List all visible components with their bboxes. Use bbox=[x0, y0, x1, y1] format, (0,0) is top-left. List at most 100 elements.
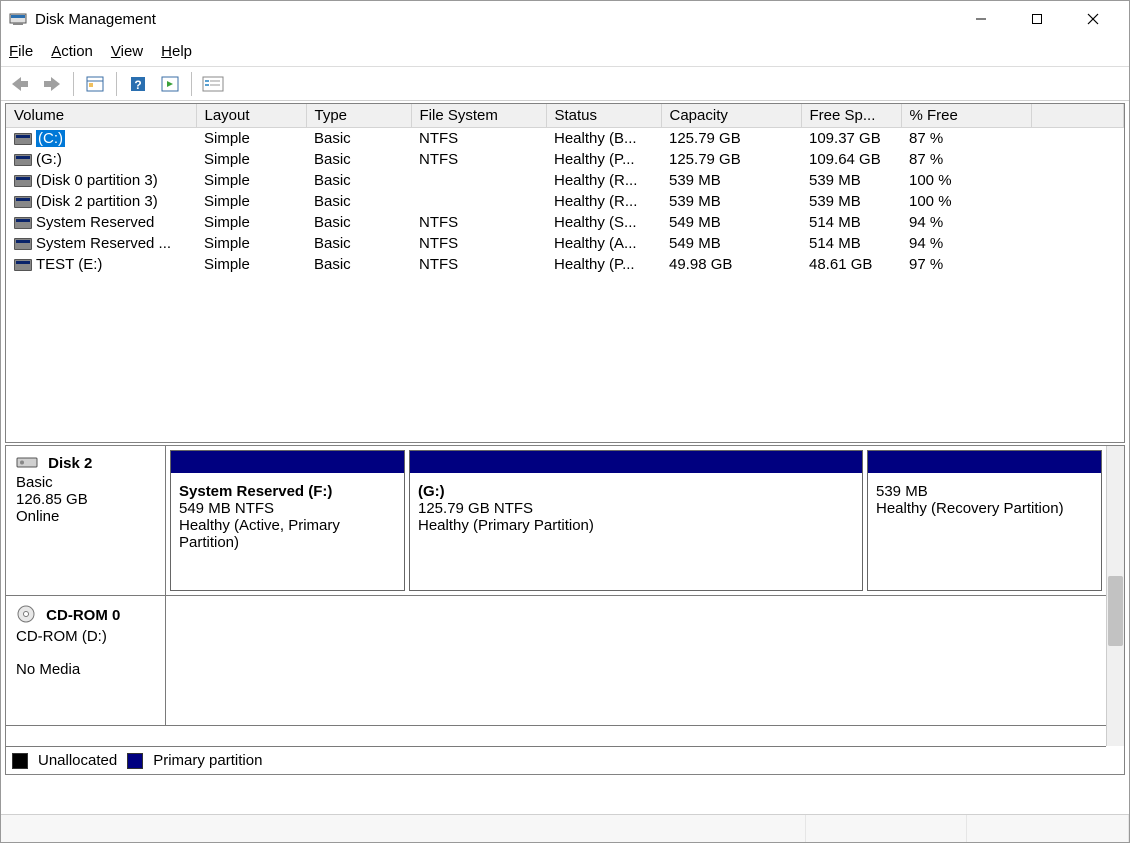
volume-cell-fs bbox=[411, 191, 546, 212]
col-spare[interactable] bbox=[1031, 104, 1124, 128]
nav-forward-button[interactable] bbox=[39, 71, 65, 97]
disk-icon bbox=[16, 454, 38, 474]
partition-color-bar bbox=[868, 451, 1101, 473]
legend-label-unallocated: Unallocated bbox=[38, 752, 117, 769]
menubar: File Action View Help bbox=[1, 37, 1129, 67]
partition-box[interactable]: System Reserved (F:)549 MB NTFSHealthy (… bbox=[170, 450, 405, 591]
window-titlebar[interactable]: Disk Management bbox=[1, 1, 1129, 37]
disk-info[interactable]: CD-ROM 0 CD-ROM (D:) No Media bbox=[6, 596, 166, 725]
partition-title: System Reserved (F:) bbox=[179, 483, 396, 500]
col-filesystem[interactable]: File System bbox=[411, 104, 546, 128]
volume-cell-type: Basic bbox=[306, 212, 411, 233]
volume-name: TEST (E:) bbox=[36, 256, 102, 273]
col-freespace[interactable]: Free Sp... bbox=[801, 104, 901, 128]
col-capacity[interactable]: Capacity bbox=[661, 104, 801, 128]
volume-row[interactable]: TEST (E:)SimpleBasicNTFSHealthy (P...49.… bbox=[6, 254, 1124, 275]
nav-back-button[interactable] bbox=[7, 71, 33, 97]
volume-icon bbox=[14, 259, 32, 271]
menu-file[interactable]: File bbox=[9, 43, 33, 60]
partition-status: Healthy (Recovery Partition) bbox=[876, 500, 1093, 517]
legend-swatch-unallocated bbox=[12, 753, 28, 769]
volume-cell-capacity: 539 MB bbox=[661, 191, 801, 212]
partition-size: 125.79 GB NTFS bbox=[418, 500, 854, 517]
disk-row-cdrom[interactable]: CD-ROM 0 CD-ROM (D:) No Media bbox=[6, 596, 1106, 726]
col-status[interactable]: Status bbox=[546, 104, 661, 128]
properties-icon[interactable] bbox=[82, 71, 108, 97]
volume-cell-layout: Simple bbox=[196, 233, 306, 254]
minimize-button[interactable] bbox=[953, 1, 1009, 37]
partition-size: 549 MB NTFS bbox=[179, 500, 396, 517]
disk-status: No Media bbox=[16, 661, 155, 678]
window-title: Disk Management bbox=[35, 11, 156, 28]
col-volume[interactable]: Volume bbox=[6, 104, 196, 128]
volume-cell-pct: 94 % bbox=[901, 212, 1031, 233]
column-header-row[interactable]: Volume Layout Type File System Status Ca… bbox=[6, 104, 1124, 128]
menu-action[interactable]: Action bbox=[51, 43, 93, 60]
volume-cell-free: 514 MB bbox=[801, 212, 901, 233]
list-view-icon[interactable] bbox=[200, 71, 226, 97]
menu-help[interactable]: Help bbox=[161, 43, 192, 60]
disk-type: CD-ROM (D:) bbox=[16, 628, 155, 645]
volume-cell-pct: 87 % bbox=[901, 149, 1031, 170]
volume-cell-free: 539 MB bbox=[801, 170, 901, 191]
volume-cell-free: 514 MB bbox=[801, 233, 901, 254]
col-pctfree[interactable]: % Free bbox=[901, 104, 1031, 128]
volume-cell-capacity: 549 MB bbox=[661, 233, 801, 254]
volume-row[interactable]: System ReservedSimpleBasicNTFSHealthy (S… bbox=[6, 212, 1124, 233]
menu-view[interactable]: View bbox=[111, 43, 143, 60]
volume-cell-capacity: 549 MB bbox=[661, 212, 801, 233]
volume-name: (Disk 2 partition 3) bbox=[36, 193, 158, 210]
volume-cell-type: Basic bbox=[306, 191, 411, 212]
volume-row[interactable]: (Disk 2 partition 3)SimpleBasicHealthy (… bbox=[6, 191, 1124, 212]
scrollbar-thumb[interactable] bbox=[1108, 576, 1123, 646]
maximize-button[interactable] bbox=[1009, 1, 1065, 37]
help-icon[interactable]: ? bbox=[125, 71, 151, 97]
disk-name: Disk 2 bbox=[48, 455, 92, 472]
volume-list[interactable]: Volume Layout Type File System Status Ca… bbox=[5, 103, 1125, 443]
volume-cell-type: Basic bbox=[306, 233, 411, 254]
partition-box[interactable]: 539 MBHealthy (Recovery Partition) bbox=[867, 450, 1102, 591]
volume-icon bbox=[14, 196, 32, 208]
volume-name: System Reserved ... bbox=[36, 235, 171, 252]
volume-cell-status: Healthy (A... bbox=[546, 233, 661, 254]
volume-icon bbox=[14, 154, 32, 166]
volume-cell-capacity: 539 MB bbox=[661, 170, 801, 191]
volume-row[interactable]: (C:)SimpleBasicNTFSHealthy (B...125.79 G… bbox=[6, 128, 1124, 150]
vertical-scrollbar[interactable] bbox=[1106, 446, 1124, 746]
volume-icon bbox=[14, 175, 32, 187]
volume-cell-fs: NTFS bbox=[411, 233, 546, 254]
volume-cell-layout: Simple bbox=[196, 254, 306, 275]
volume-cell-pct: 97 % bbox=[901, 254, 1031, 275]
partition-status: Healthy (Primary Partition) bbox=[418, 517, 854, 534]
volume-cell-status: Healthy (P... bbox=[546, 254, 661, 275]
legend-label-primary: Primary partition bbox=[153, 752, 262, 769]
volume-cell-capacity: 125.79 GB bbox=[661, 149, 801, 170]
disk-info[interactable]: Disk 2 Basic 126.85 GB Online bbox=[6, 446, 166, 595]
volume-row[interactable]: (G:)SimpleBasicNTFSHealthy (P...125.79 G… bbox=[6, 149, 1124, 170]
volume-cell-status: Healthy (P... bbox=[546, 149, 661, 170]
disk-row-disk2[interactable]: Disk 2 Basic 126.85 GB Online System Res… bbox=[6, 446, 1106, 596]
volume-cell-pct: 87 % bbox=[901, 128, 1031, 150]
partition-status: Healthy (Active, Primary Partition) bbox=[179, 517, 396, 551]
partition-color-bar bbox=[171, 451, 404, 473]
refresh-icon[interactable] bbox=[157, 71, 183, 97]
close-button[interactable] bbox=[1065, 1, 1121, 37]
volume-cell-layout: Simple bbox=[196, 191, 306, 212]
partition-color-bar bbox=[410, 451, 862, 473]
disk-status: Online bbox=[16, 508, 155, 525]
volume-cell-type: Basic bbox=[306, 128, 411, 150]
volume-cell-fs: NTFS bbox=[411, 149, 546, 170]
legend-swatch-primary bbox=[127, 753, 143, 769]
volume-icon bbox=[14, 133, 32, 145]
col-layout[interactable]: Layout bbox=[196, 104, 306, 128]
col-type[interactable]: Type bbox=[306, 104, 411, 128]
volume-row[interactable]: System Reserved ... SimpleBasicNTFSHealth… bbox=[6, 233, 1124, 254]
statusbar bbox=[1, 814, 1129, 842]
cdrom-icon bbox=[16, 604, 36, 628]
volume-row[interactable]: (Disk 0 partition 3)SimpleBasicHealthy (… bbox=[6, 170, 1124, 191]
partition-box[interactable]: (G:)125.79 GB NTFSHealthy (Primary Parti… bbox=[409, 450, 863, 591]
volume-name: System Reserved bbox=[36, 214, 154, 231]
cdrom-empty-area bbox=[166, 596, 1106, 725]
volume-cell-free: 109.64 GB bbox=[801, 149, 901, 170]
volume-cell-layout: Simple bbox=[196, 149, 306, 170]
